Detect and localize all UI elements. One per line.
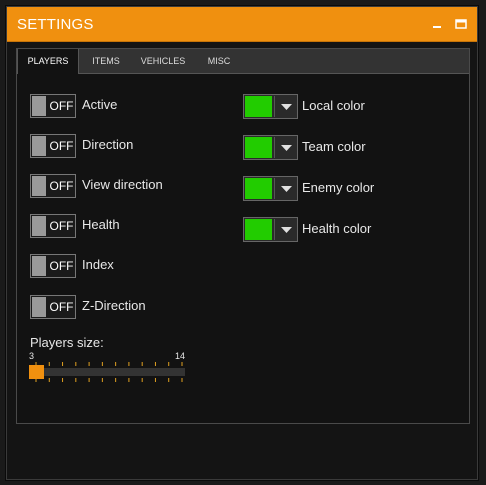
index-toggle[interactable]: OFF <box>30 254 76 278</box>
toggle-label-index: Index <box>82 257 114 272</box>
active-toggle[interactable]: OFF <box>30 94 76 118</box>
tab-bar: PLAYERS ITEMS VEHICLES MISC <box>17 49 469 74</box>
toggle-state: OFF <box>49 300 74 314</box>
toggle-label-view-direction: View direction <box>82 177 163 192</box>
toggle-label-direction: Direction <box>82 137 134 152</box>
tab-items[interactable]: ITEMS <box>87 49 125 73</box>
settings-panel: PLAYERS ITEMS VEHICLES MISC OFF Active O… <box>16 48 470 424</box>
tab-vehicles[interactable]: VEHICLES <box>133 49 193 73</box>
toggle-knob <box>32 136 46 156</box>
color-row-enemy: Enemy color <box>243 176 443 201</box>
toggle-knob <box>32 176 46 196</box>
toggle-state: OFF <box>49 219 74 233</box>
dropdown-arrow-icon <box>274 137 297 158</box>
color-swatch <box>245 137 272 158</box>
health-toggle[interactable]: OFF <box>30 214 76 238</box>
title-bar[interactable]: SETTINGS <box>7 7 477 42</box>
toggle-label-active: Active <box>82 97 118 112</box>
toggle-label-health: Health <box>82 217 120 232</box>
toggle-knob <box>32 216 46 236</box>
settings-window: SETTINGS PLAYERS ITEMS VEHICLES MISC OFF… <box>6 6 478 480</box>
toggle-row-health: OFF Health <box>30 214 210 238</box>
toggle-row-index: OFF Index <box>30 254 210 278</box>
enemy-color-picker[interactable] <box>243 176 298 201</box>
color-row-team: Team color <box>243 135 443 160</box>
toggle-row-view-direction: OFF View direction <box>30 174 210 198</box>
team-color-picker[interactable] <box>243 135 298 160</box>
slider-handle[interactable] <box>29 365 44 379</box>
players-size-label: Players size: <box>30 335 104 350</box>
color-swatch <box>245 219 272 240</box>
color-label-enemy: Enemy color <box>302 180 375 195</box>
players-size-slider[interactable] <box>29 362 185 382</box>
dropdown-arrow-icon <box>274 219 297 240</box>
toggle-row-active: OFF Active <box>30 94 210 118</box>
toggle-state: OFF <box>49 259 74 273</box>
color-label-local: Local color <box>302 98 365 113</box>
color-label-team: Team color <box>302 139 366 154</box>
z-direction-toggle[interactable]: OFF <box>30 295 76 319</box>
slider-track-bar <box>29 368 185 376</box>
toggle-row-direction: OFF Direction <box>30 134 210 158</box>
toggle-row-z-direction: OFF Z-Direction <box>30 295 210 319</box>
slider-track <box>29 362 185 382</box>
slider-max-label: 14 <box>175 351 186 361</box>
toggle-state: OFF <box>49 99 74 113</box>
color-swatch <box>245 178 272 199</box>
toggle-label-z-direction: Z-Direction <box>82 298 146 313</box>
dropdown-arrow-icon <box>274 96 297 117</box>
color-label-health: Health color <box>302 221 372 236</box>
health-color-picker[interactable] <box>243 217 298 242</box>
minimize-icon[interactable] <box>431 18 443 30</box>
view-direction-toggle[interactable]: OFF <box>30 174 76 198</box>
color-row-local: Local color <box>243 94 443 119</box>
color-swatch <box>245 96 272 117</box>
direction-toggle[interactable]: OFF <box>30 134 76 158</box>
color-row-health: Health color <box>243 217 443 242</box>
maximize-icon[interactable] <box>455 18 467 30</box>
toggle-state: OFF <box>49 179 74 193</box>
slider-min-label: 3 <box>29 351 35 361</box>
dropdown-arrow-icon <box>274 178 297 199</box>
tab-misc[interactable]: MISC <box>203 49 235 73</box>
toggle-knob <box>32 96 46 116</box>
toggle-knob <box>32 256 46 276</box>
tab-players[interactable]: PLAYERS <box>17 49 79 74</box>
toggle-state: OFF <box>49 139 74 153</box>
window-title: SETTINGS <box>17 16 94 33</box>
toggle-knob <box>32 297 46 317</box>
local-color-picker[interactable] <box>243 94 298 119</box>
